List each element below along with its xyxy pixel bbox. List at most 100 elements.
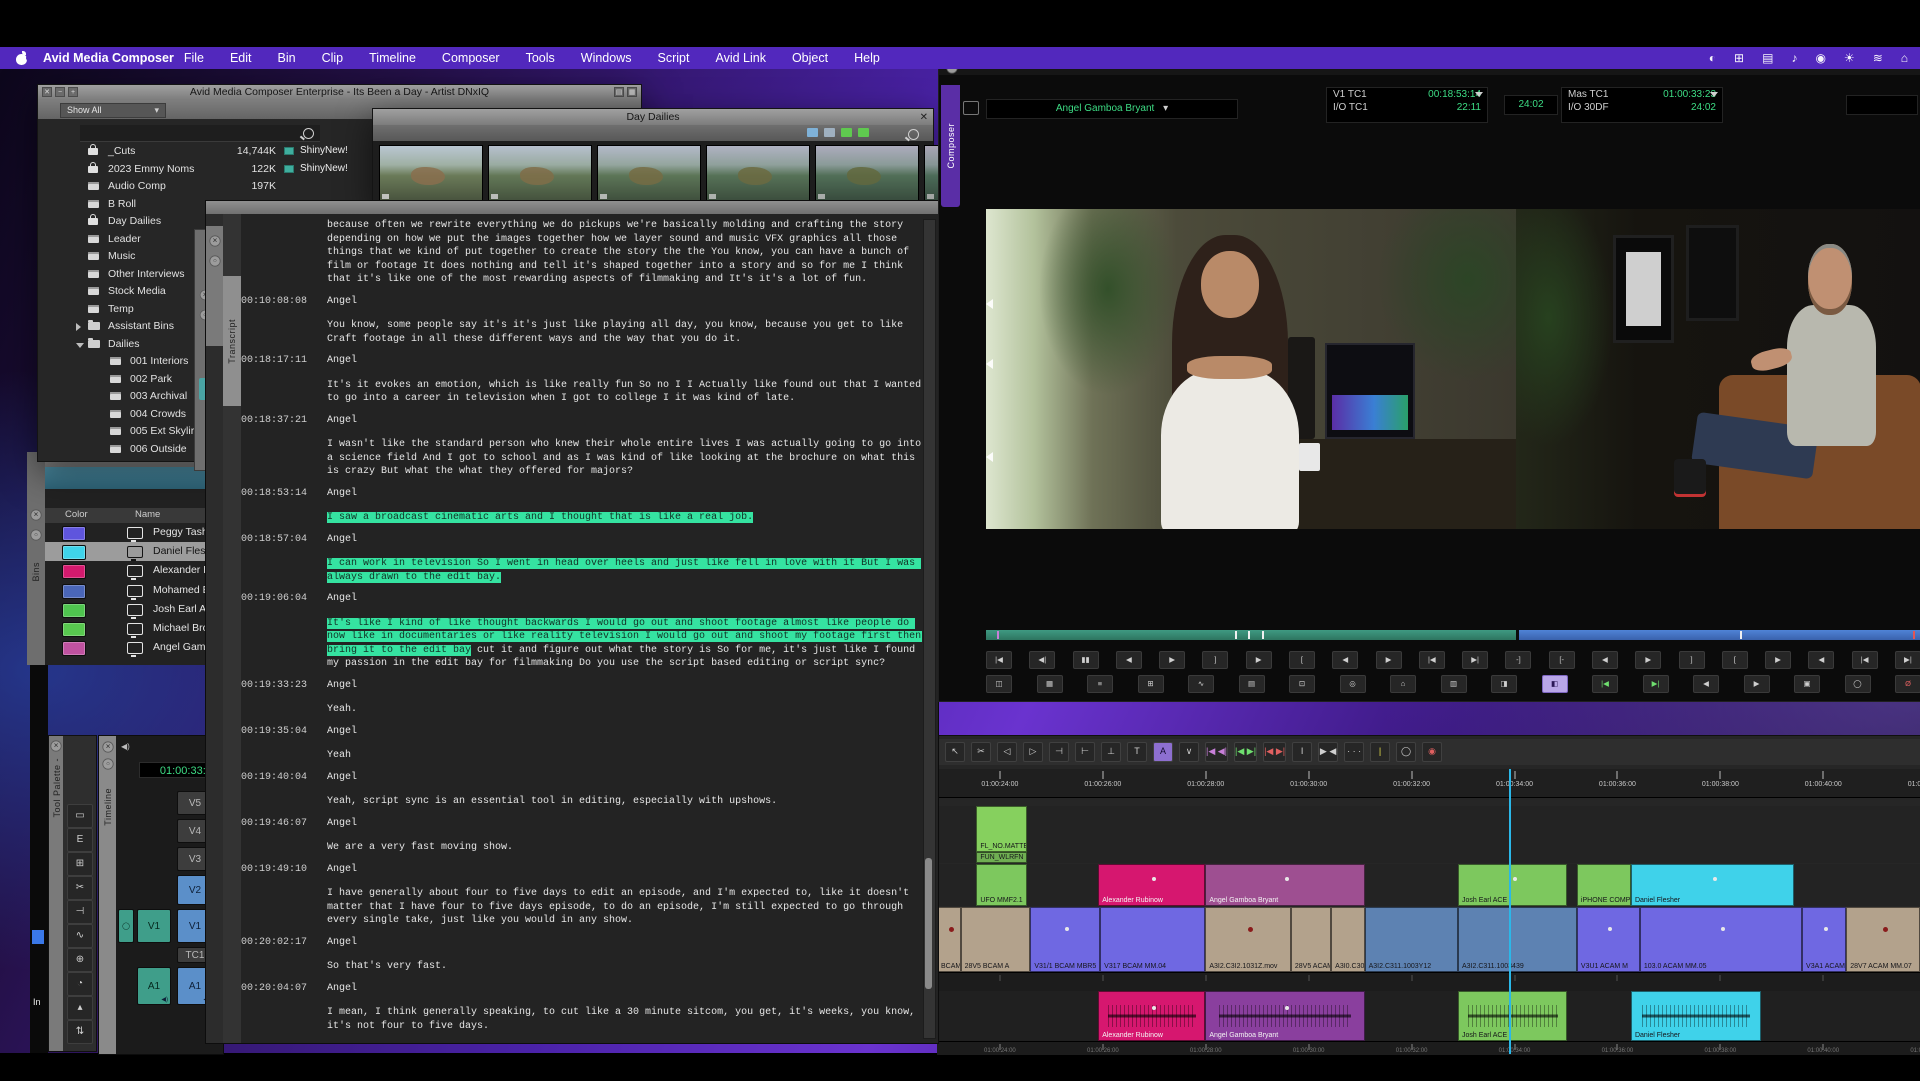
- patch-button[interactable]: ◯: [118, 909, 134, 943]
- timeline-clip-a3i2-c311-1003y12[interactable]: A3I2.C311.1003Y12: [1365, 907, 1458, 972]
- script-entry[interactable]: 00:19:49:10AngelI have generally about f…: [241, 863, 922, 928]
- script-dialogue[interactable]: because often we rewrite everything we d…: [327, 219, 922, 287]
- timeline-tool[interactable]: |: [1370, 742, 1390, 762]
- script-dialogue[interactable]: I mean, I think generally speaking, to c…: [327, 1006, 922, 1033]
- script-dialogue[interactable]: You know, some people say it's it's just…: [327, 319, 922, 346]
- tc-display-left[interactable]: V1 TC100:18:53:14I/O TC122:11: [1326, 87, 1488, 123]
- timeline-tool[interactable]: ◉: [1422, 742, 1442, 762]
- script-dialogue[interactable]: I have generally about four to five days…: [327, 887, 922, 928]
- dailies-titlebar[interactable]: Day Dailies ✕: [373, 109, 933, 125]
- transport-button[interactable]: ▶|: [1643, 675, 1669, 693]
- timeline-clip-alexander-rubinow[interactable]: Alexander Rubinow: [1098, 864, 1205, 906]
- clip-thumbnail[interactable]: [597, 145, 701, 201]
- script-titlebar[interactable]: [206, 201, 938, 214]
- control-center-icon[interactable]: ⌂: [1901, 51, 1908, 65]
- timeline-clip-28v5-acam-m[interactable]: 28V5 ACAM M: [1291, 907, 1331, 972]
- record-icon[interactable]: ◉: [1815, 51, 1825, 65]
- timeline-clip-alexander-rubinow[interactable]: Alexander Rubinow: [1098, 991, 1205, 1041]
- timeline-ruler[interactable]: 01:00:24:0001:00:26:0001:00:28:0001:00:3…: [937, 769, 1920, 798]
- brightness-icon[interactable]: ☀: [1844, 51, 1855, 65]
- script-window[interactable]: ✕ ○ Transcript because often we rewrite …: [205, 200, 939, 1044]
- timeline-clip-103-0-acam-mm-05[interactable]: 103.0 ACAM MM.05: [1640, 907, 1802, 972]
- source-track-v1[interactable]: V1: [137, 909, 171, 943]
- menu-item-clip[interactable]: Clip: [322, 51, 344, 65]
- script-dialogue[interactable]: We are a very fast moving show.: [327, 841, 922, 855]
- transport-button[interactable]: ▦: [1037, 675, 1063, 693]
- record-position-bar[interactable]: [1519, 630, 1920, 640]
- transport-button[interactable]: ◧: [1542, 675, 1568, 693]
- project-titlebar[interactable]: ✕ − + Avid Media Composer Enterprise - I…: [38, 85, 641, 100]
- menu-item-object[interactable]: Object: [792, 51, 828, 65]
- script-text[interactable]: Yeah.: [327, 704, 357, 715]
- timeline-clip-v3u1-acam-m[interactable]: V3U1 ACAM M: [1577, 907, 1640, 972]
- script-entry[interactable]: 00:18:37:21AngelI wasn't like the standa…: [241, 414, 922, 479]
- transcript-tab[interactable]: Transcript: [223, 276, 241, 406]
- window-buttons[interactable]: ✕ − +: [42, 87, 78, 97]
- scroll-thumb[interactable]: [925, 858, 932, 989]
- script-text[interactable]: You know, some people say it's it's just…: [327, 320, 909, 345]
- transport-button[interactable]: [: [1722, 651, 1748, 669]
- menu-item-tools[interactable]: Tools: [526, 51, 555, 65]
- timeline-tool[interactable]: ▶ ◀: [1318, 742, 1338, 762]
- transport-button[interactable]: ≡: [1087, 675, 1113, 693]
- apple-menu-icon[interactable]: [16, 52, 29, 65]
- transport-button[interactable]: ◀: [1592, 651, 1618, 669]
- transport-button[interactable]: |◀: [1419, 651, 1445, 669]
- track-v1[interactable]: BCAM.HH428V5 BCAM AV31/1 BCAM MBR5V317 B…: [937, 907, 1920, 972]
- timeline-tool[interactable]: |◀ ▶|: [1234, 742, 1257, 762]
- script-entry[interactable]: 00:10:08:08AngelYou know, some people sa…: [241, 295, 922, 347]
- frame-view-icon[interactable]: [807, 128, 818, 137]
- tool-icon[interactable]: ▭: [67, 804, 93, 828]
- timeline-clip-ufo-mmf2-1[interactable]: UFO MMF2.1: [976, 864, 1027, 906]
- transport-button[interactable]: |◀: [1592, 675, 1618, 693]
- script-entry[interactable]: 00:19:40:04AngelYeah, script sync is an …: [241, 771, 922, 809]
- transport-button[interactable]: ▶: [1635, 651, 1661, 669]
- sound-icon[interactable]: ♪: [1791, 51, 1797, 65]
- display-icon[interactable]: ◐: [1709, 51, 1716, 65]
- tool-icon[interactable]: ⊕: [67, 948, 93, 972]
- source-track-a1[interactable]: A1◀): [137, 967, 171, 1005]
- composer-side-tab[interactable]: Composer: [941, 85, 960, 207]
- script-dialogue[interactable]: I can work in television So I went in he…: [327, 557, 922, 584]
- transport-button[interactable]: ▥: [1441, 675, 1467, 693]
- script-text[interactable]: It's it evokes an emotion, which is like…: [327, 380, 922, 405]
- menu-item-composer[interactable]: Composer: [442, 51, 500, 65]
- transport-button[interactable]: ◀|: [1029, 651, 1055, 669]
- timeline-tool[interactable]: ⊣: [1049, 742, 1069, 762]
- close-icon[interactable]: ✕: [30, 509, 41, 520]
- clip-thumbnail[interactable]: [488, 145, 592, 201]
- close-icon[interactable]: ✕: [50, 740, 61, 751]
- timeline-clip-28v7-acam-mm-07[interactable]: 28V7 ACAM MM.07: [1846, 907, 1920, 972]
- scrollbar[interactable]: [923, 219, 936, 1039]
- menu-item-file[interactable]: File: [184, 51, 204, 65]
- transport-button[interactable]: ▶: [1744, 675, 1770, 693]
- close-icon[interactable]: ✕: [209, 235, 220, 246]
- timeline-clip-a3i0-c30[interactable]: A3I0.C30: [1331, 907, 1364, 972]
- playhead[interactable]: [1509, 769, 1511, 1054]
- script-text[interactable]: I have generally about four to five days…: [327, 888, 915, 926]
- transport-button[interactable]: ▶: [1376, 651, 1402, 669]
- script-text[interactable]: I mean, I think generally speaking, to c…: [327, 1007, 921, 1032]
- script-entry[interactable]: 00:18:57:04AngelI can work in television…: [241, 533, 922, 585]
- script-entry[interactable]: 00:19:35:04AngelYeah: [241, 725, 922, 763]
- close-icon[interactable]: ✕: [920, 110, 928, 126]
- tool-icon[interactable]: ▴: [67, 996, 93, 1020]
- transport-button[interactable]: ◀: [1116, 651, 1142, 669]
- column-color[interactable]: Color: [65, 509, 88, 520]
- menu-item-help[interactable]: Help: [854, 51, 880, 65]
- transport-button[interactable]: ]: [1202, 651, 1228, 669]
- menu-item-windows[interactable]: Windows: [581, 51, 632, 65]
- timeline-clip-bcam-hh4[interactable]: BCAM.HH4: [937, 907, 961, 972]
- timeline-clip-a3i2-c311-1003439[interactable]: A3I2.C311.1003439: [1458, 907, 1577, 972]
- timeline-clip-iphone-comp-1[interactable]: iPHONE COMP 1: [1577, 864, 1631, 906]
- tool-icon[interactable]: ⇅: [67, 1020, 93, 1044]
- timeline-clip-josh-earl-ace[interactable]: Josh Earl ACE: [1458, 864, 1567, 906]
- tool-icon[interactable]: ⊞: [67, 852, 93, 876]
- clip-thumbnail[interactable]: [706, 145, 810, 201]
- close-icon[interactable]: ✕: [102, 741, 113, 752]
- collapse-icon[interactable]: ○: [209, 255, 220, 266]
- dailies-bin-window[interactable]: Day Dailies ✕: [372, 108, 934, 208]
- timeline-clip-28v5-bcam-a[interactable]: 28V5 BCAM A: [961, 907, 1031, 972]
- timeline-clip-fl-no-matte[interactable]: FL_NO.MATTE: [976, 806, 1027, 852]
- transport-button[interactable]: ⊡: [1289, 675, 1315, 693]
